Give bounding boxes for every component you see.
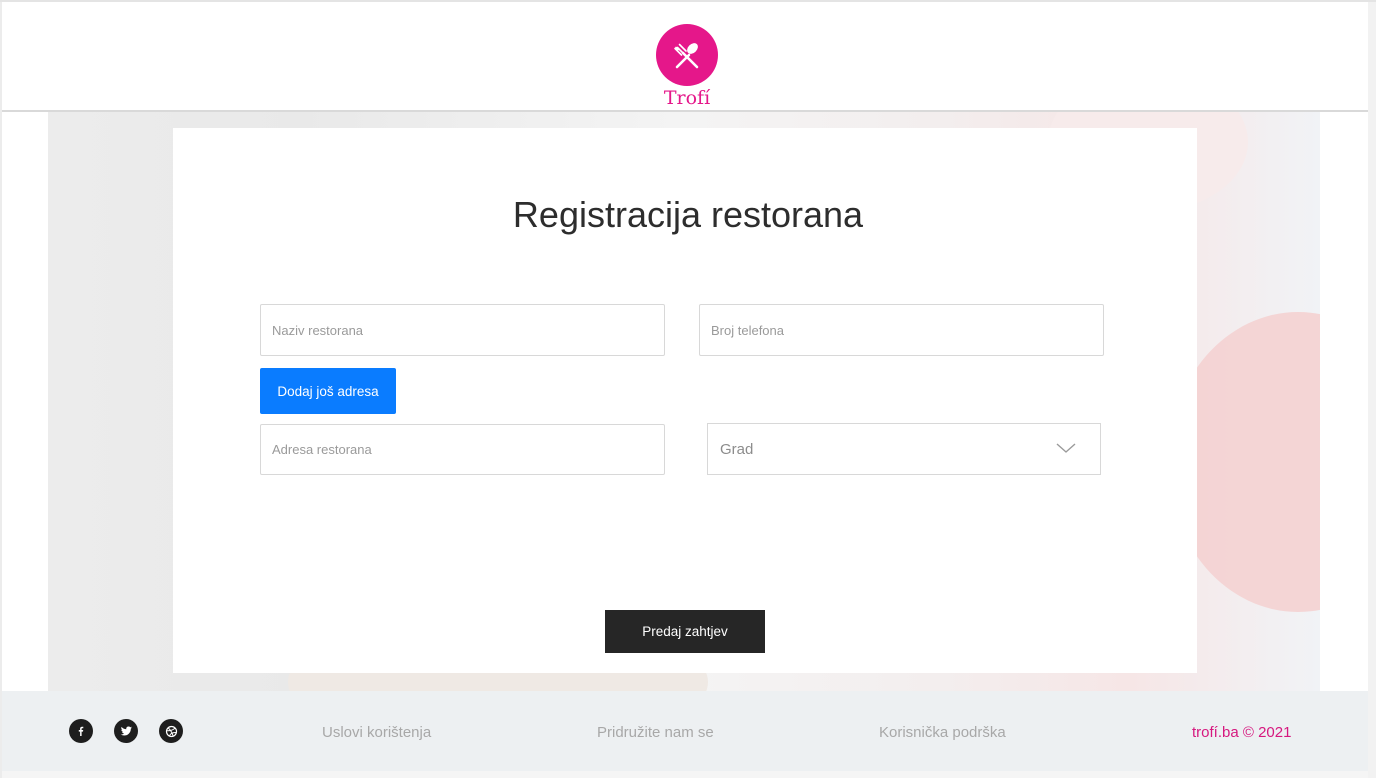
footer-link-support[interactable]: Korisnička podrška — [879, 724, 1006, 741]
site-header: Trofí — [2, 2, 1368, 112]
dribbble-icon[interactable] — [159, 719, 183, 743]
city-select[interactable]: Grad — [707, 423, 1101, 475]
page-title: Registracija restorana — [512, 194, 864, 235]
right-scroll-gutter — [1368, 2, 1376, 778]
facebook-icon[interactable] — [69, 719, 93, 743]
footer-link-join-us[interactable]: Pridružite nam se — [597, 724, 714, 741]
restaurant-name-input[interactable] — [260, 304, 665, 356]
phone-number-input[interactable] — [699, 304, 1104, 356]
copyright-text: trofí.ba © 2021 — [1192, 724, 1292, 741]
fork-spoon-icon — [656, 24, 718, 86]
footer-link-terms[interactable]: Uslovi korištenja — [322, 724, 431, 741]
city-select-value: Grad — [720, 441, 754, 458]
brand-name: Trofí — [663, 87, 711, 109]
add-address-button[interactable]: Dodaj još adresa — [260, 368, 396, 414]
restaurant-address-input[interactable] — [260, 424, 665, 475]
chevron-down-icon — [1056, 443, 1076, 453]
fork-spoon-icon-graphic — [674, 43, 699, 69]
brand-logo[interactable]: Trofí — [652, 24, 722, 108]
twitter-icon[interactable] — [114, 719, 138, 743]
left-border — [0, 2, 2, 778]
bottom-band — [2, 771, 1368, 778]
submit-request-button[interactable]: Predaj zahtjev — [605, 610, 765, 653]
